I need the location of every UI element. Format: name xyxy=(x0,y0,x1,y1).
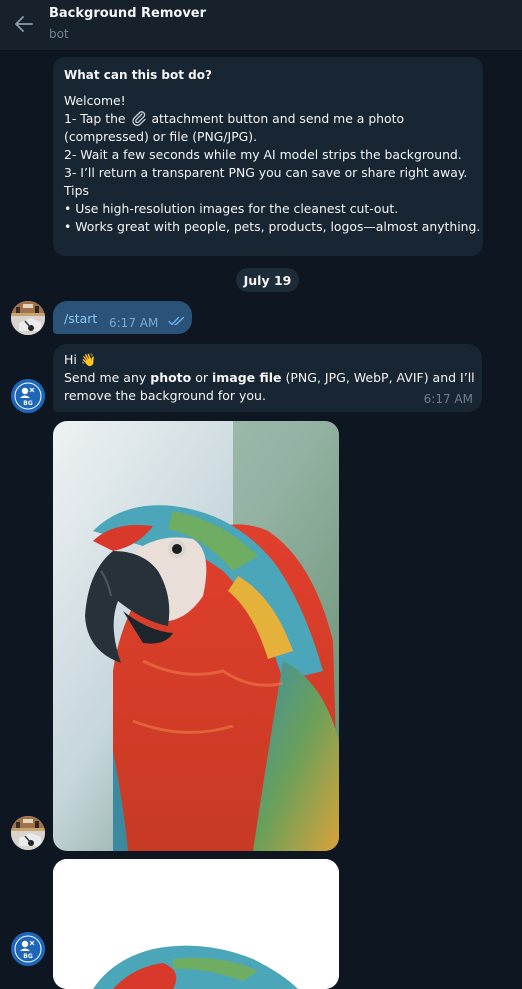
message-text: or xyxy=(191,370,212,385)
bot-info-text: attachment button and send me a photo xyxy=(151,111,405,126)
parrot-cutout-image xyxy=(53,859,339,989)
chat-header: Background Remover bot xyxy=(0,0,522,51)
bot-info-line: 3- I’ll return a transparent PNG you can… xyxy=(64,165,468,180)
back-button[interactable] xyxy=(12,12,36,36)
message-text: (PNG, JPG, WebP, AVIF) and I’ll xyxy=(281,370,475,385)
bot-avatar-text: BG xyxy=(23,953,33,960)
greeting-text: Hi xyxy=(64,352,77,367)
user-avatar-image xyxy=(11,301,45,335)
bot-avatar-image: BG xyxy=(11,932,45,966)
wave-emoji: 👋 xyxy=(80,352,97,367)
bot-avatar-image: BG xyxy=(11,379,45,413)
message-line: Hi 👋 xyxy=(64,351,471,369)
bot-info-line: • Use high-resolution images for the cle… xyxy=(64,201,399,216)
message-text: Send me any xyxy=(64,370,151,385)
message-time: 6:17 AM xyxy=(423,392,473,406)
bot-info-title: What can this bot do? xyxy=(64,68,212,82)
bot-info-line: (compressed) or file (PNG/JPG). xyxy=(64,129,258,144)
outgoing-message[interactable]: /start 6:17 AM xyxy=(53,301,192,334)
bot-avatar[interactable]: BG xyxy=(11,932,45,966)
chat-title[interactable]: Background Remover xyxy=(49,6,206,21)
user-avatar-image xyxy=(11,816,45,850)
bot-avatar[interactable]: BG xyxy=(11,379,45,413)
user-avatar[interactable] xyxy=(11,301,45,335)
bot-info-text: 1- Tap the xyxy=(64,111,126,126)
user-avatar[interactable] xyxy=(11,816,45,850)
bot-info-line: • Works great with people, pets, product… xyxy=(64,219,481,234)
chat-subtitle: bot xyxy=(49,27,69,41)
message-line: Send me any photo or image file (PNG, JP… xyxy=(64,369,475,387)
message-bold-text: photo xyxy=(150,370,192,385)
date-separator: July 19 xyxy=(236,268,299,292)
double-check-icon xyxy=(168,316,185,326)
message-time: 6:17 AM xyxy=(109,316,159,330)
result-photo[interactable] xyxy=(53,859,339,989)
message-bold-text: image file xyxy=(211,370,282,385)
bot-avatar-text: BG xyxy=(23,400,33,407)
bot-info-line: Tips xyxy=(64,183,89,198)
bot-info-card: What can this bot do? Welcome! 1- Tap th… xyxy=(53,57,483,256)
bot-info-line: 1- Tap the attachment button and send me… xyxy=(64,110,472,128)
parrot-photo[interactable] xyxy=(53,421,339,851)
parrot-image xyxy=(53,421,339,851)
paperclip-icon xyxy=(131,111,146,126)
incoming-message[interactable]: Hi 👋 Send me any photo or image file (PN… xyxy=(53,344,482,412)
bot-info-line: 2- Wait a few seconds while my AI model … xyxy=(64,147,462,162)
command-link[interactable]: /start xyxy=(64,311,97,326)
bot-info-line: Welcome! xyxy=(64,93,126,108)
arrow-left-icon xyxy=(15,16,33,32)
message-line: remove the background for you. xyxy=(64,388,266,403)
